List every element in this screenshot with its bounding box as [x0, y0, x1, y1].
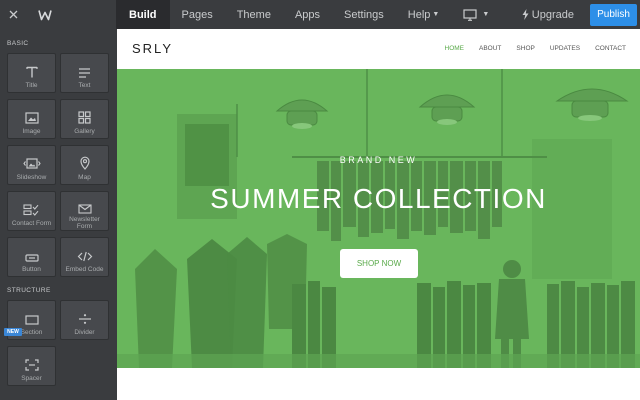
element-tile-button[interactable]: Button: [7, 237, 56, 277]
title-icon: [25, 66, 38, 78]
envelope-icon: [77, 204, 92, 214]
nav-item-contact[interactable]: CONTACT: [595, 45, 626, 52]
divider-icon: [78, 314, 91, 324]
site-header[interactable]: SRLY HOME ABOUT SHOP UPDATES CONTACT: [117, 29, 640, 69]
editor-canvas[interactable]: SRLY HOME ABOUT SHOP UPDATES CONTACT BRA…: [117, 29, 640, 400]
close-icon[interactable]: [0, 0, 26, 29]
element-tile-title[interactable]: Title: [7, 53, 56, 93]
element-tile-embed-code[interactable]: Embed Code: [60, 237, 109, 277]
top-toolbar: Build Pages Theme Apps Settings Help ▼ ▼ …: [0, 0, 640, 29]
element-tile-divider[interactable]: Divider: [60, 300, 109, 340]
element-tile-slideshow[interactable]: Slideshow: [7, 145, 56, 185]
chevron-down-icon: ▼: [482, 11, 490, 18]
nav-item-about[interactable]: ABOUT: [479, 45, 501, 52]
hero-banner[interactable]: BRAND NEW SUMMER COLLECTION SHOP NOW: [117, 69, 640, 368]
publish-label: Publish: [597, 9, 630, 20]
chevron-down-icon: ▼: [432, 11, 440, 18]
tile-label: Text: [78, 82, 91, 89]
element-tile-gallery[interactable]: Gallery: [60, 99, 109, 139]
tab-theme[interactable]: Theme: [225, 0, 283, 29]
element-tile-map[interactable]: Map: [60, 145, 109, 185]
tab-pages[interactable]: Pages: [170, 0, 225, 29]
shop-now-button[interactable]: SHOP NOW: [340, 249, 418, 278]
tile-label: Spacer: [21, 375, 42, 382]
new-badge: NEW: [4, 328, 22, 336]
tab-settings-label: Settings: [344, 8, 384, 21]
image-icon: [24, 112, 39, 124]
lightning-icon: [522, 9, 529, 20]
section-label-basic: BASIC: [7, 40, 29, 47]
tile-label: Gallery: [74, 128, 95, 135]
tile-label: Contact Form: [11, 220, 52, 227]
element-tile-newsletter-form[interactable]: Newsletter Form: [60, 191, 109, 231]
element-tile-text[interactable]: Text: [60, 53, 109, 93]
tile-label: Slideshow: [16, 174, 47, 181]
hero-title[interactable]: SUMMER COLLECTION: [117, 183, 640, 215]
hero-eyebrow[interactable]: BRAND NEW: [117, 155, 640, 165]
tab-build[interactable]: Build: [116, 0, 170, 29]
section-icon: [24, 315, 39, 325]
contact-form-icon: [22, 204, 38, 216]
site-logo[interactable]: SRLY: [132, 41, 173, 56]
device-preview-toggle[interactable]: ▼: [451, 0, 501, 29]
site-nav: HOME ABOUT SHOP UPDATES CONTACT: [445, 45, 626, 52]
tile-label-line-2: Form: [76, 223, 93, 230]
tile-label: Image: [22, 128, 41, 135]
weebly-logo-icon[interactable]: [26, 0, 64, 29]
element-tile-spacer[interactable]: Spacer: [7, 346, 56, 386]
tile-label: Button: [22, 266, 41, 273]
tile-label: Divider: [74, 329, 95, 336]
tab-settings[interactable]: Settings: [332, 0, 396, 29]
element-tile-image[interactable]: Image: [7, 99, 56, 139]
tile-label: Title: [25, 82, 38, 89]
tab-build-label: Build: [129, 8, 157, 21]
button-icon: [24, 254, 39, 262]
tile-label: Section: [20, 329, 43, 336]
publish-button[interactable]: Publish: [590, 3, 637, 26]
gallery-icon: [78, 111, 91, 124]
upgrade-label: Upgrade: [531, 8, 574, 21]
tab-theme-label: Theme: [236, 8, 271, 21]
code-icon: [77, 251, 92, 262]
text-icon: [79, 68, 90, 78]
hero-background-image: [117, 69, 640, 368]
section-label-structure: STRUCTURE: [7, 287, 51, 294]
tab-pages-label: Pages: [181, 8, 213, 21]
nav-item-updates[interactable]: UPDATES: [550, 45, 580, 52]
content-area[interactable]: [117, 368, 640, 400]
element-sidebar: BASIC Title Text Image Gallery Slideshow…: [0, 29, 117, 400]
tile-label-line-1: Newsletter: [69, 216, 100, 223]
tile-label: Map: [78, 174, 91, 181]
slideshow-icon: [22, 158, 41, 169]
nav-item-home[interactable]: HOME: [445, 45, 465, 52]
element-tile-contact-form[interactable]: Contact Form: [7, 191, 56, 231]
tile-label: Embed Code: [65, 266, 104, 273]
upgrade-link[interactable]: Upgrade: [522, 9, 574, 21]
tab-apps[interactable]: Apps: [283, 0, 332, 29]
tab-help-label: Help: [407, 8, 431, 21]
tile-label: Newsletter Form: [69, 216, 100, 230]
tab-help[interactable]: Help ▼: [396, 0, 452, 29]
nav-item-shop[interactable]: SHOP: [516, 45, 534, 52]
desktop-icon: [463, 8, 477, 21]
map-pin-icon: [79, 156, 90, 170]
spacer-icon: [24, 359, 39, 371]
tab-apps-label: Apps: [294, 8, 321, 21]
